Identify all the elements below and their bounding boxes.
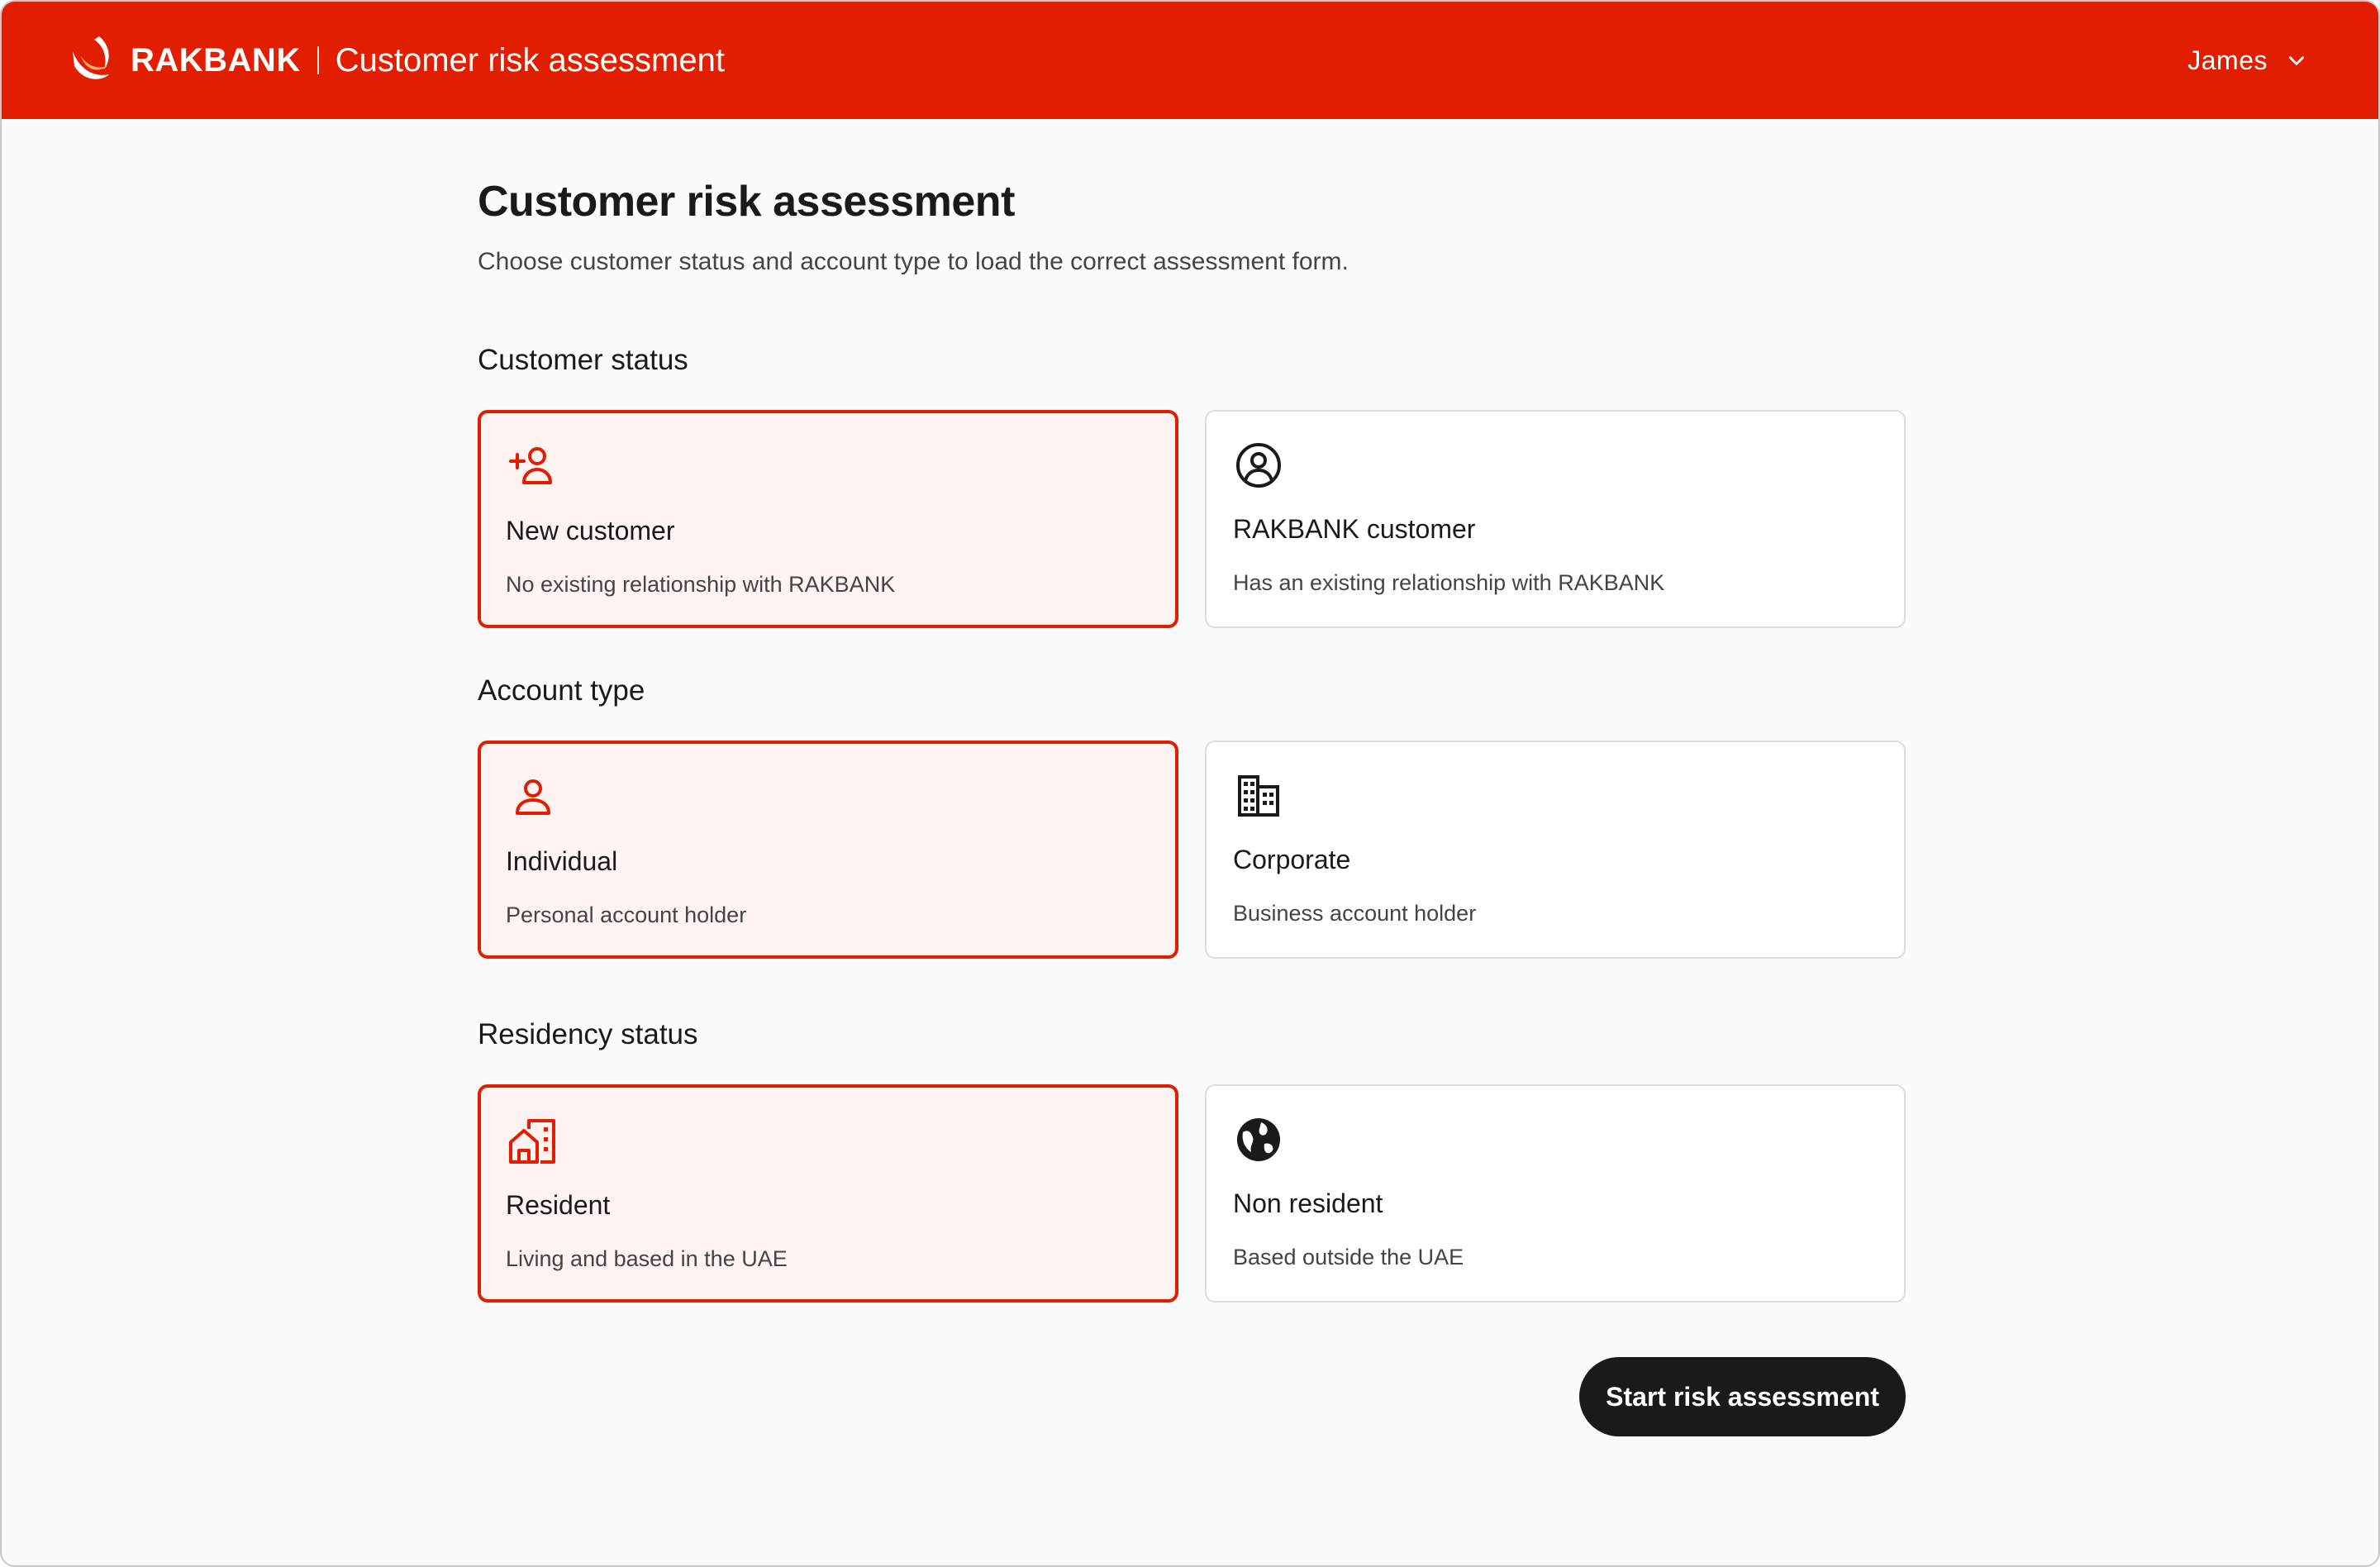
option-new-customer[interactable]: New customer No existing relationship wi… xyxy=(478,410,1178,628)
chevron-down-icon xyxy=(2289,56,2304,65)
option-title: Resident xyxy=(506,1190,611,1220)
start-risk-assessment-button[interactable]: Start risk assessment xyxy=(1579,1357,1906,1436)
page-title: Customer risk assessment xyxy=(478,178,1015,226)
option-description: Living and based in the UAE xyxy=(506,1246,788,1271)
option-rakbank-customer[interactable]: RAKBANK customer Has an existing relatio… xyxy=(1205,410,1906,628)
option-description: Business account holder xyxy=(1233,901,1477,926)
add-person-icon xyxy=(509,447,552,484)
option-individual[interactable]: Individual Personal account holder xyxy=(478,741,1178,959)
user-menu[interactable]: James xyxy=(2187,45,2307,76)
user-name: James xyxy=(2187,45,2268,75)
option-description: Based outside the UAE xyxy=(1233,1245,1464,1269)
option-corporate[interactable]: Corporate Business account holder xyxy=(1205,741,1906,959)
brand-name: RAKBANK xyxy=(131,41,301,79)
brand-divider xyxy=(317,46,319,74)
option-title: RAKBANK customer xyxy=(1233,514,1476,544)
customer-status-options: New customer No existing relationship wi… xyxy=(478,410,1906,628)
page-subtitle: Choose customer status and account type … xyxy=(478,248,1349,275)
app-window: RAKBANK Customer risk assessment James C… xyxy=(0,0,2380,1567)
section-label-customer-status: Customer status xyxy=(478,344,688,376)
person-icon xyxy=(516,779,550,815)
building-icon xyxy=(1238,775,1279,817)
option-description: Has an existing relationship with RAKBAN… xyxy=(1233,570,1665,595)
residency-status-options: Resident Living and based in the UAE Non… xyxy=(478,1084,1906,1303)
home-city-icon xyxy=(509,1119,555,1164)
user-circle-icon xyxy=(1236,443,1281,488)
top-bar: RAKBANK Customer risk assessment James xyxy=(2,2,2378,119)
rakbank-logo-icon xyxy=(73,36,109,79)
option-resident[interactable]: Resident Living and based in the UAE xyxy=(478,1084,1178,1303)
option-description: Personal account holder xyxy=(506,903,747,927)
globe-icon xyxy=(1237,1118,1280,1161)
option-title: New customer xyxy=(506,516,675,545)
option-title: Individual xyxy=(506,846,618,876)
option-title: Non resident xyxy=(1233,1188,1383,1218)
section-label-account-type: Account type xyxy=(478,674,645,707)
section-label-residency-status: Residency status xyxy=(478,1018,698,1050)
option-non-resident[interactable]: Non resident Based outside the UAE xyxy=(1205,1084,1906,1303)
option-description: No existing relationship with RAKBANK xyxy=(506,572,896,597)
account-type-options: Individual Personal account holder Corpo… xyxy=(478,741,1906,959)
option-title: Corporate xyxy=(1233,845,1351,874)
app-title: Customer risk assessment xyxy=(335,41,725,79)
main-content: Customer risk assessment Choose customer… xyxy=(478,177,1906,1436)
